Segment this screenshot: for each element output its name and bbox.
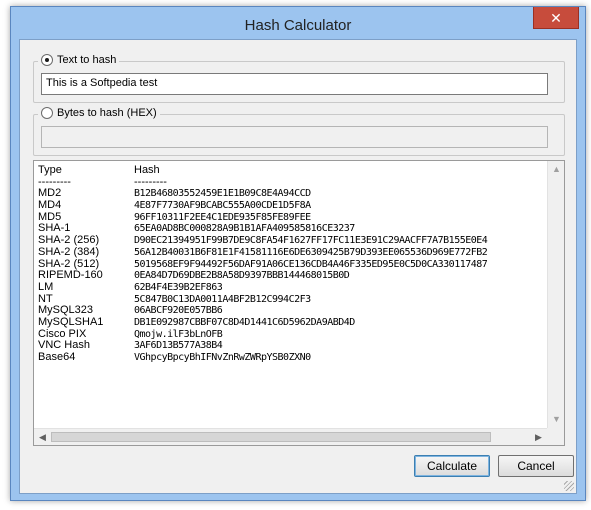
table-row: MD2 B12B46803552459E1E1B09C8E4A94CCD (38, 188, 543, 200)
table-row: SHA-2 (384) 56A12B40031B6F81E1F41581116E6… (38, 245, 543, 259)
hash-value-cell: 65EA0AD8BC000828A9B1B1AFA409585816CE3237 (134, 223, 355, 235)
scrollbar-corner (547, 428, 564, 445)
table-row: MD5 96FF10311F2EE4C1EDE935F85FE89FEE (38, 211, 543, 224)
hash-value-cell: Qmojw.ilF3bLnOFB (134, 328, 223, 340)
title-bar: Hash Calculator ✕ (11, 7, 585, 39)
table-row: RIPEMD-160 0EA84D7D69DBE2B8A58D9397BBB144… (38, 269, 543, 282)
scroll-up-icon[interactable]: ▲ (548, 161, 565, 178)
table-row: Cisco PIX Qmojw.ilF3bLnOFB (38, 328, 543, 341)
vertical-scrollbar[interactable]: ▲ ▼ (547, 161, 564, 428)
resize-grip-icon[interactable] (564, 481, 574, 491)
table-row: NT 5C847B0C13DA0011A4BF2B12C994C2F3 (38, 293, 543, 306)
scroll-down-icon[interactable]: ▼ (548, 411, 565, 428)
bytes-to-hash-radio[interactable] (41, 107, 53, 119)
table-row: SHA-1 65EA0AD8BC000828A9B1B1AFA409585816C… (38, 223, 543, 235)
hash-type-cell: LM (38, 280, 54, 293)
table-row: LM 62B4F4E39B2EF863 (38, 280, 543, 294)
table-row: MD4 4E87F7730AF9BCABC555A00CDE1D5F8A (38, 199, 543, 212)
table-row: VNC Hash 3AF6D13B577A38B4 (38, 340, 543, 352)
hash-value-cell: 0EA84D7D69DBE2B8A58D9397BBB144468015B0D (134, 270, 350, 282)
hash-value-cell: 56A12B40031B6F81E1F41581116E6DE6309425B7… (134, 246, 488, 258)
bytes-to-hash-group: Bytes to hash (HEX) (33, 107, 565, 156)
hash-value-cell: 96FF10311F2EE4C1EDE935F85FE89FEE (134, 211, 311, 223)
hash-type-cell: Base64 (38, 351, 76, 363)
bytes-to-hash-option[interactable]: Bytes to hash (HEX) (38, 107, 160, 119)
table-row: SHA-2 (256) D90EC21394951F99B7DE9C8FA54F1… (38, 234, 543, 247)
hash-value-cell: VGhpcyBpcyBhIFNvZnRwZWRpYSB0ZXN0 (134, 352, 311, 363)
hash-type-cell: SHA-2 (384) (38, 245, 100, 258)
hash-calculator-window: Hash Calculator ✕ Text to hash This is a… (10, 6, 586, 501)
text-to-hash-label: Text to hash (57, 54, 117, 66)
hash-value-cell: DB1E092987CBBF07C8D4D1441C6D5962DA9ABD4D (134, 316, 355, 328)
hash-value-cell: 5C847B0C13DA0011A4BF2B12C994C2F3 (134, 293, 311, 305)
close-button[interactable]: ✕ (533, 7, 579, 29)
results-separator-row: --------- --------- (38, 175, 543, 189)
hash-value-cell: 5019568EF9F94492F56DAF91A06CE136CDB4A46F… (134, 258, 488, 270)
hash-value-cell: 4E87F7730AF9BCABC555A00CDE1D5F8A (134, 200, 311, 212)
hash-value-cell: D90EC21394951F99B7DE9C8FA54F1627FF17FC11… (134, 235, 488, 247)
hash-value-cell: 06ABCF920E057BB6 (134, 305, 223, 317)
cancel-button[interactable]: Cancel (498, 455, 574, 477)
hash-column-header: Hash (134, 164, 160, 176)
text-to-hash-option[interactable]: Text to hash (38, 54, 120, 66)
bytes-to-hash-input[interactable] (41, 126, 548, 148)
hash-value-cell: B12B46803552459E1E1B09C8E4A94CCD (134, 188, 311, 200)
type-column-header: Type (38, 164, 62, 176)
table-row: MySQLSHA1 DB1E092987CBBF07C8D4D1441C6D596… (38, 315, 543, 329)
results-content: Type Hash --------- --------- MD2 B12B468… (34, 161, 547, 428)
horizontal-scrollbar[interactable]: ◀ ▶ (34, 428, 547, 445)
hash-value-cell: 3AF6D13B577A38B4 (134, 340, 223, 352)
hash-results-list[interactable]: Type Hash --------- --------- MD2 B12B468… (33, 160, 565, 446)
text-to-hash-group: Text to hash This is a Softpedia test (33, 54, 565, 103)
scroll-left-icon[interactable]: ◀ (34, 429, 51, 446)
table-row: Base64 VGhpcyBpcyBhIFNvZnRwZWRpYSB0ZXN0 (38, 351, 543, 364)
results-header-row: Type Hash (38, 164, 543, 177)
dialog-client-area: Text to hash This is a Softpedia test By… (19, 39, 577, 494)
window-title: Hash Calculator (244, 17, 352, 34)
hash-type-cell: MD4 (38, 199, 62, 212)
table-row: MySQL323 06ABCF920E057BB6 (38, 305, 543, 317)
horizontal-scroll-thumb[interactable] (51, 432, 491, 442)
scroll-right-icon[interactable]: ▶ (530, 429, 547, 446)
hash-value-cell: 62B4F4E39B2EF863 (134, 281, 223, 293)
text-to-hash-input[interactable]: This is a Softpedia test (41, 73, 548, 95)
calculate-button[interactable]: Calculate (414, 455, 490, 477)
hash-separator: --------- (134, 175, 167, 188)
hash-type-cell: MySQLSHA1 (38, 315, 104, 328)
text-to-hash-radio[interactable] (41, 54, 53, 66)
bytes-to-hash-label: Bytes to hash (HEX) (57, 107, 157, 119)
table-row: SHA-2 (512) 5019568EF9F94492F56DAF91A06CE… (38, 258, 543, 271)
